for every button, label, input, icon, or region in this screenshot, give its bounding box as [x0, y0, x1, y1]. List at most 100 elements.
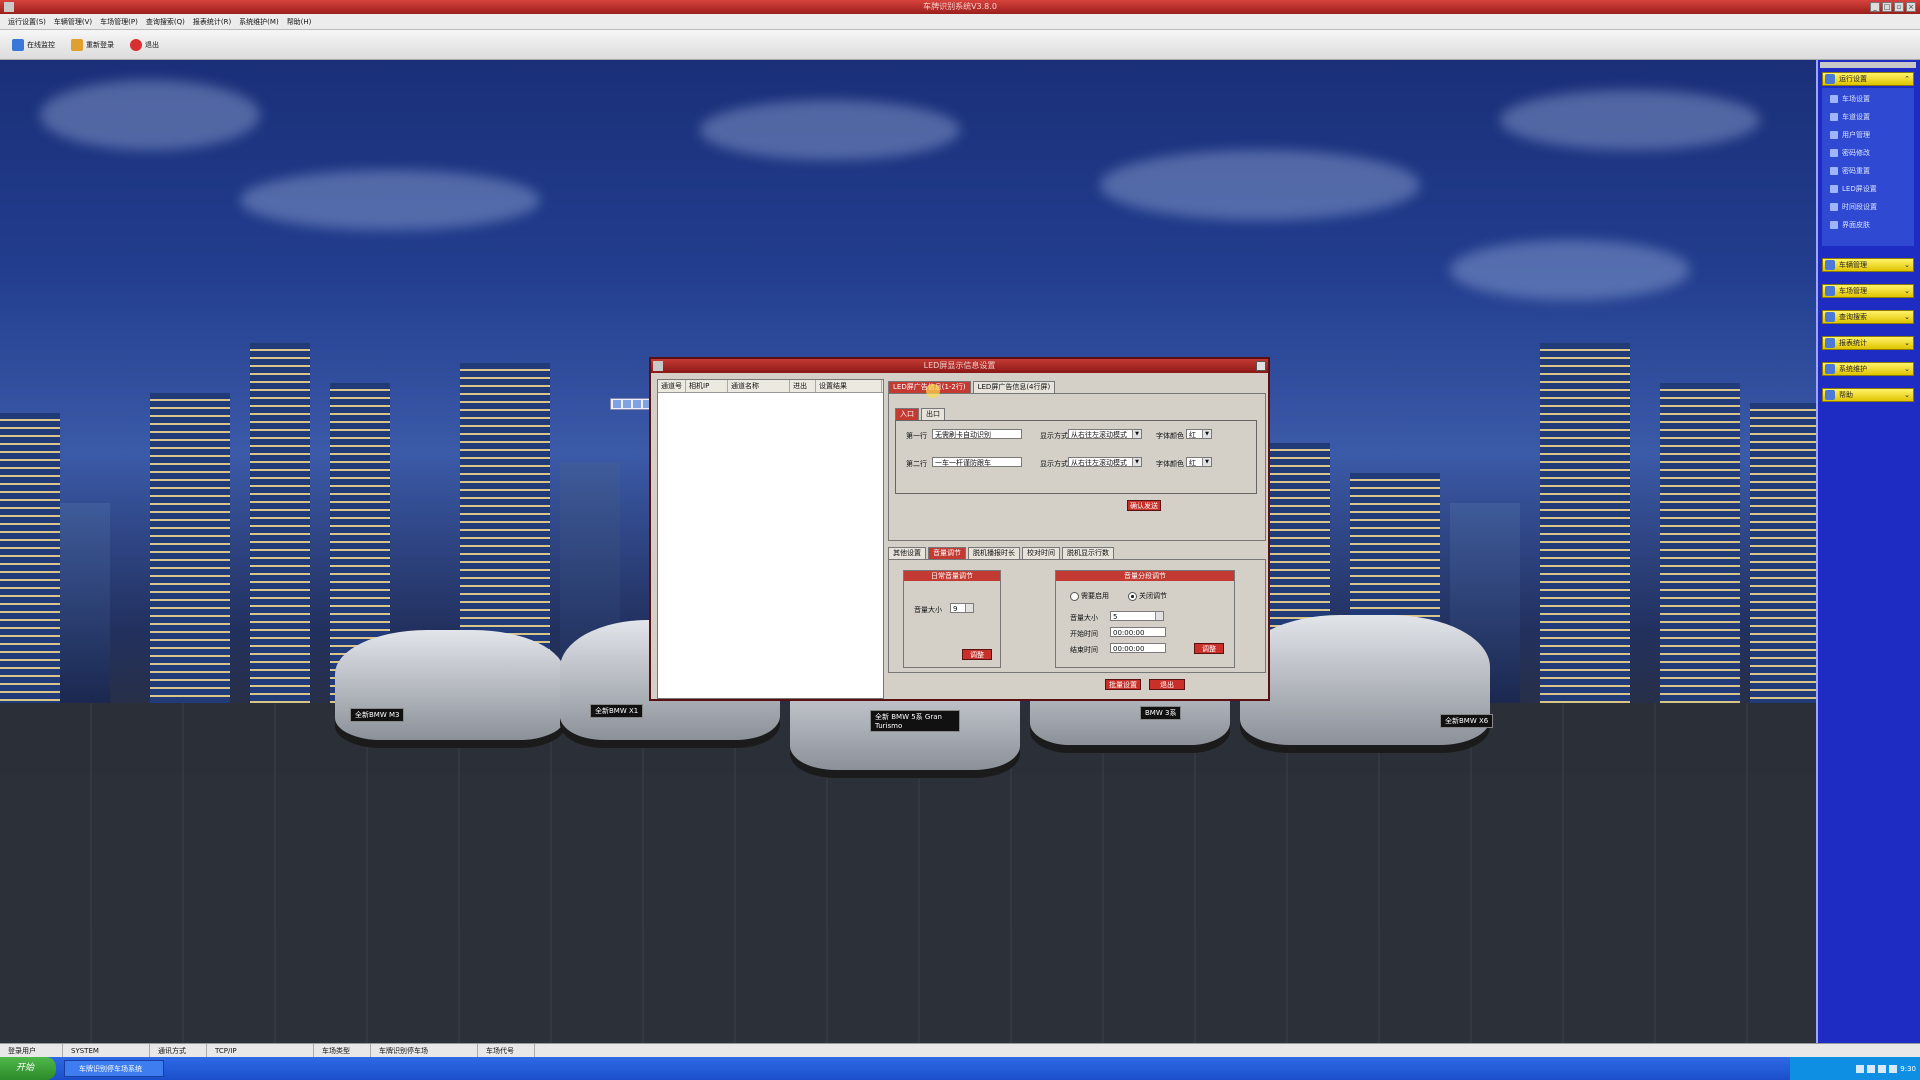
mouse-cursor-highlight — [926, 384, 940, 398]
sidebar-item-password-reset[interactable]: 密码重置 — [1830, 166, 1870, 176]
sidebar-item-skin[interactable]: 界面皮肤 — [1830, 220, 1870, 230]
status-user-label: 登录用户 — [0, 1044, 63, 1058]
dialog-exit-button[interactable]: 退出 — [1149, 679, 1185, 690]
enable-radio[interactable]: 需要启用 — [1070, 591, 1109, 601]
clock-icon — [1830, 203, 1838, 211]
car-plate-3: 全新 BMW 5系 Gran Turismo — [870, 710, 960, 732]
chevron-down-icon: ⌄ — [1904, 287, 1910, 295]
menu-help[interactable]: 帮助(H) — [287, 17, 312, 27]
tab-led-ad-4-lines[interactable]: LED屏广告信息(4行屏) — [972, 381, 1056, 393]
sidebar-item-lot-settings[interactable]: 车场设置 — [1830, 94, 1870, 104]
status-user-value: SYSTEM — [63, 1044, 150, 1058]
led-lines-frame: 第一行 无需刷卡自动识别 显示方式 从右往左滚动模式 ▼ 字体颜色 红 ▼ 第二行 … — [895, 420, 1257, 494]
stepper-arrows-icon[interactable] — [965, 604, 973, 612]
line2-mode-select[interactable]: 从右往左滚动模式 ▼ — [1068, 457, 1142, 467]
online-monitor-button[interactable]: 在线监控 — [12, 38, 55, 51]
end-time-input[interactable]: 00:00:00 — [1110, 643, 1166, 653]
sidebar-group-system-maintenance[interactable]: 系统维护 ⌄ — [1822, 362, 1914, 376]
chevron-down-icon: ▼ — [1132, 430, 1141, 438]
sidebar-group-lot-management[interactable]: 车场管理 ⌄ — [1822, 284, 1914, 298]
sidebar-item-user-management[interactable]: 用户管理 — [1830, 130, 1870, 140]
taskbar-app-button[interactable]: 车牌识别停车场系统 — [64, 1060, 164, 1077]
sidebar-item-password-change[interactable]: 密码修改 — [1830, 148, 1870, 158]
maximize-button[interactable]: □ — [1882, 2, 1892, 12]
restore-button[interactable]: ▫ — [1894, 2, 1904, 12]
menu-lot-management[interactable]: 车场管理(P) — [100, 17, 138, 27]
car-icon — [1825, 260, 1835, 270]
line1-color-label: 字体颜色 — [1156, 432, 1184, 440]
toolbar: 在线监控 重新登录 退出 — [0, 30, 1920, 60]
tab-exit[interactable]: 出口 — [921, 408, 945, 420]
tab-time-sync[interactable]: 校对时间 — [1022, 547, 1060, 559]
menu-system-maintenance[interactable]: 系统维护(M) — [239, 17, 279, 27]
timed-volume-stepper[interactable]: 5 — [1110, 611, 1164, 621]
tray-volume-icon[interactable] — [1878, 1064, 1887, 1073]
col-result[interactable]: 设置结果 — [816, 380, 882, 392]
chevron-down-icon: ⌄ — [1904, 313, 1910, 321]
sidebar-group-report-statistics[interactable]: 报表统计 ⌄ — [1822, 336, 1914, 350]
tab-other-settings[interactable]: 其他设置 — [888, 547, 926, 559]
car-plate-2: 全新BMW X1 — [590, 704, 644, 718]
col-channel-name[interactable]: 通道名称 — [728, 380, 790, 392]
menu-vehicle-management[interactable]: 车辆管理(V) — [54, 17, 92, 27]
dialog-close-button[interactable] — [1256, 361, 1266, 371]
volume-panel: 日常音量调节 音量大小 9 调整 音量分段调节 需要启用 关闭调节 音量大小 5… — [888, 559, 1266, 673]
car-plate-4: BMW 3系 — [1140, 706, 1182, 720]
dialog-titlebar: LED屏显示信息设置 — [651, 359, 1268, 373]
col-channel-no[interactable]: 通道号 — [658, 380, 686, 392]
tray-ime-icon[interactable] — [1867, 1064, 1876, 1073]
menu-query-search[interactable]: 查询搜索(Q) — [146, 17, 185, 27]
online-monitor-label: 在线监控 — [27, 40, 55, 49]
sidebar-item-time-period[interactable]: 时间段设置 — [1830, 202, 1877, 212]
minimize-button[interactable]: _ — [1870, 2, 1880, 12]
sidebar-item-led-settings[interactable]: LED屏设置 — [1830, 184, 1877, 194]
menu-run-settings[interactable]: 运行设置(S) — [8, 17, 46, 27]
app-icon — [4, 2, 14, 12]
daily-volume-stepper[interactable]: 9 — [950, 603, 974, 613]
sidebar-group-help[interactable]: 帮助 ⌄ — [1822, 388, 1914, 402]
tab-offline-lines[interactable]: 脱机显示行数 — [1062, 547, 1114, 559]
start-time-input[interactable]: 00:00:00 — [1110, 627, 1166, 637]
exit-button[interactable]: 退出 — [130, 38, 159, 51]
sidebar-group-run-settings[interactable]: 运行设置 ⌃ — [1822, 72, 1914, 86]
col-camera-ip[interactable]: 相机IP — [686, 380, 728, 392]
window-title: 车牌识别系统V3.8.0 — [923, 2, 997, 11]
channel-list-header: 通道号 相机IP 通道名称 进出 设置结果 — [658, 380, 883, 393]
login-icon — [71, 38, 83, 51]
tab-volume[interactable]: 音量调节 — [928, 547, 966, 559]
timed-volume-title: 音量分段调节 — [1056, 571, 1234, 581]
tab-offline-broadcast[interactable]: 脱机播报时长 — [968, 547, 1020, 559]
tray-clock[interactable]: 9:30 — [1900, 1065, 1916, 1073]
sidebar-run-settings-panel: 车场设置 车道设置 用户管理 密码修改 密码重置 LED屏设置 时间段设置 界面… — [1822, 88, 1914, 246]
channel-list[interactable]: 通道号 相机IP 通道名称 进出 设置结果 — [657, 379, 884, 699]
close-button[interactable]: × — [1906, 2, 1916, 12]
disable-radio[interactable]: 关闭调节 — [1128, 591, 1167, 601]
line1-text-input[interactable]: 无需刷卡自动识别 — [932, 429, 1022, 439]
line1-mode-select[interactable]: 从右往左滚动模式 ▼ — [1068, 429, 1142, 439]
col-direction[interactable]: 进出 — [790, 380, 816, 392]
chevron-down-icon: ⌄ — [1904, 365, 1910, 373]
tray-network-icon[interactable] — [1856, 1064, 1865, 1073]
key-icon — [1830, 149, 1838, 157]
line2-text-input[interactable]: 一车一杆谨防跟车 — [932, 457, 1022, 467]
start-button[interactable]: 开始 — [0, 1057, 56, 1080]
menu-report-statistics[interactable]: 报表统计(R) — [193, 17, 231, 27]
sidebar-item-lane-settings[interactable]: 车道设置 — [1830, 112, 1870, 122]
line1-color-select[interactable]: 红 ▼ — [1186, 429, 1212, 439]
timed-volume-adjust-button[interactable]: 调整 — [1194, 643, 1224, 654]
lane-icon — [1830, 113, 1838, 121]
car-plate-5: 全新BMW X6 — [1440, 714, 1494, 728]
relogin-button[interactable]: 重新登录 — [71, 38, 114, 51]
daily-volume-adjust-button[interactable]: 调整 — [962, 649, 992, 660]
ime-moon-icon — [633, 400, 641, 408]
sidebar-scrollbar[interactable] — [1820, 62, 1916, 68]
window-titlebar: 车牌识别系统V3.8.0 _ □ ▫ × — [0, 0, 1920, 14]
tray-security-icon[interactable] — [1889, 1064, 1898, 1073]
line2-color-select[interactable]: 红 ▼ — [1186, 457, 1212, 467]
sidebar-group-query-search[interactable]: 查询搜索 ⌄ — [1822, 310, 1914, 324]
send-button[interactable]: 确认发送 — [1127, 500, 1161, 511]
batch-set-button[interactable]: 批量设置 — [1105, 679, 1141, 690]
sidebar-group-vehicle-management[interactable]: 车辆管理 ⌄ — [1822, 258, 1914, 272]
tab-entrance[interactable]: 入口 — [895, 408, 919, 420]
stepper-arrows-icon[interactable] — [1155, 612, 1163, 620]
